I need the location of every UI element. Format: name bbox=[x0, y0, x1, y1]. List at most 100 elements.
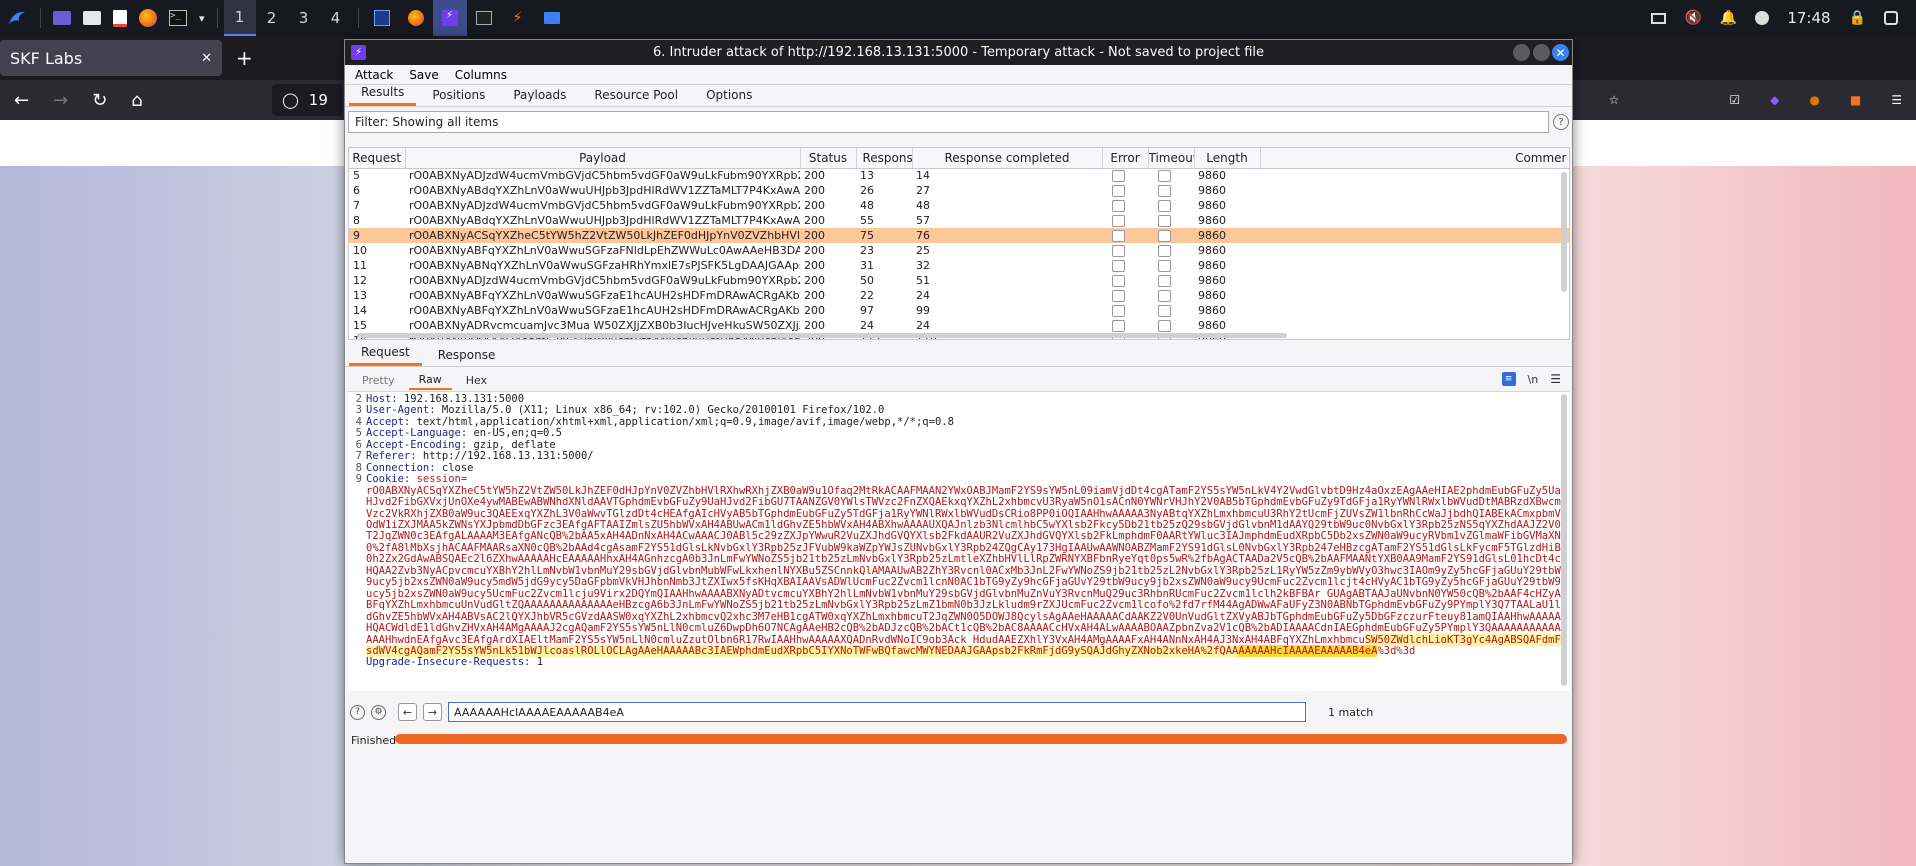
column-response-received[interactable]: Response r... bbox=[856, 148, 913, 169]
table-row[interactable]: 8 rO0ABXNyABdqYXZhLnV0aWwuUHJpb3JpdHlRdWV… bbox=[349, 213, 1569, 228]
search-settings-icon[interactable]: ⚙ bbox=[371, 704, 386, 720]
table-row[interactable]: 15 rO0ABXNyADRvcmcuamJvc3Mua W50ZXJjZXB0b… bbox=[349, 318, 1569, 333]
firefox-window-icon[interactable] bbox=[399, 0, 433, 36]
cell-response-received: 23 bbox=[860, 244, 874, 257]
workspace-2[interactable]: 2 bbox=[256, 0, 288, 36]
column-status[interactable]: Status bbox=[800, 148, 857, 169]
hamburger-menu-icon[interactable]: ☰ bbox=[1550, 372, 1561, 386]
table-row[interactable]: 11 rO0ABXNyABNqYXZhLnV0aWwuSGFzaHRhYmxlE7… bbox=[349, 258, 1569, 273]
tab-pretty[interactable]: Pretty bbox=[352, 372, 405, 389]
table-row[interactable]: 9 rO0ABXNyACSqYXZheC5tYW5hZ2VtZW50LkJhZEF… bbox=[349, 228, 1569, 243]
cell-length: 9860 bbox=[1198, 184, 1226, 197]
cell-status: 200 bbox=[804, 289, 825, 302]
next-match-button[interactable]: → bbox=[423, 703, 442, 721]
power-icon[interactable] bbox=[1755, 11, 1770, 25]
back-icon[interactable]: ← bbox=[14, 90, 29, 111]
home-icon[interactable]: ⌂ bbox=[131, 90, 142, 111]
table-row[interactable]: 10 rO0ABXNyABFqYXZhLnV0aWwuSGFzaFNldLpEhZ… bbox=[349, 243, 1569, 258]
cell-status: 200 bbox=[800, 228, 856, 243]
maximize-icon[interactable] bbox=[1533, 44, 1550, 61]
taskbar-separator bbox=[216, 8, 218, 28]
cell-request: 12 bbox=[353, 274, 367, 287]
cell-response-completed: 24 bbox=[916, 289, 930, 302]
tab-options[interactable]: Options bbox=[694, 86, 764, 106]
menu-columns[interactable]: Columns bbox=[455, 68, 507, 82]
filter-input[interactable]: Filter: Showing all items bbox=[348, 111, 1549, 133]
browser-tab[interactable]: SKF Labs ✕ bbox=[0, 40, 222, 76]
minimize-icon[interactable] bbox=[1513, 44, 1530, 61]
url-bar[interactable]: ◯ 19 bbox=[272, 84, 342, 116]
firefox-launcher-icon[interactable] bbox=[133, 0, 163, 36]
intruder-window-icon[interactable]: ⚡ bbox=[432, 0, 467, 36]
bookmark-star-icon[interactable]: ☆ bbox=[1609, 93, 1620, 107]
app-menu-icon[interactable]: ☰ bbox=[1891, 93, 1902, 107]
display-icon[interactable] bbox=[1651, 12, 1667, 24]
request-editor[interactable]: 23456789101112 Host: 192.168.13.131:5000… bbox=[348, 391, 1569, 691]
menu-attack[interactable]: Attack bbox=[355, 68, 393, 82]
terminal-window-icon[interactable] bbox=[467, 0, 501, 36]
column-response-completed[interactable]: Response completed bbox=[912, 148, 1103, 169]
previous-match-button[interactable]: ← bbox=[398, 703, 417, 721]
tab-results[interactable]: Results bbox=[349, 83, 417, 106]
tab-positions[interactable]: Positions bbox=[420, 86, 497, 106]
notification-bell-icon[interactable]: 🔔 bbox=[1720, 10, 1737, 26]
lock-icon[interactable]: 🔒 bbox=[1849, 10, 1866, 26]
file-manager-icon[interactable] bbox=[77, 0, 107, 36]
line-number bbox=[348, 497, 362, 508]
burp-window-icon[interactable] bbox=[365, 0, 399, 36]
launcher-chevron-icon[interactable]: ▾ bbox=[193, 0, 211, 36]
line-number bbox=[348, 588, 362, 599]
column-length[interactable]: Length bbox=[1194, 148, 1261, 169]
tab-response[interactable]: Response bbox=[426, 346, 508, 366]
table-scrollbar[interactable] bbox=[1561, 172, 1567, 292]
column-request[interactable]: Request bbox=[349, 148, 406, 169]
column-comment[interactable]: Commer bbox=[1260, 148, 1569, 169]
cell-timeout bbox=[1148, 273, 1194, 288]
editor-scrollbar[interactable] bbox=[1561, 394, 1567, 686]
tab-raw[interactable]: Raw bbox=[408, 371, 452, 390]
terminal-launcher-icon[interactable]: >_ bbox=[163, 0, 193, 36]
cookie-extension-icon[interactable]: ● bbox=[1809, 93, 1819, 107]
table-row[interactable]: 12 rO0ABXNyADJzdW4ucmVmbGVjdC5hbm5vdGF0aW… bbox=[349, 273, 1569, 288]
cell-payload: rO0ABXNyABFqYXZhLnV0aWwuSGFzaE1hcAUH2sHD… bbox=[409, 289, 800, 302]
table-row[interactable]: 13 rO0ABXNyABFqYXZhLnV0aWwuSGFzaE1hcAUH2s… bbox=[349, 288, 1569, 303]
table-row[interactable]: 6 rO0ABXNyABdqYXZhLnV0aWwuUHJpb3JpdHlRdWV… bbox=[349, 183, 1569, 198]
logout-icon[interactable] bbox=[1884, 11, 1898, 25]
volume-muted-icon[interactable]: 🔇 bbox=[1684, 10, 1701, 26]
workspace-3[interactable]: 3 bbox=[288, 0, 320, 36]
tab-resource-pool[interactable]: Resource Pool bbox=[582, 86, 690, 106]
close-window-icon[interactable]: ✕ bbox=[1552, 44, 1569, 61]
text-editor-icon[interactable] bbox=[107, 0, 133, 36]
search-help-icon[interactable]: ? bbox=[350, 704, 365, 720]
menu-save[interactable]: Save bbox=[409, 68, 438, 82]
workspace-1[interactable]: 1 bbox=[223, 0, 256, 36]
kali-menu-icon[interactable] bbox=[0, 0, 34, 36]
table-hscrollbar[interactable] bbox=[357, 333, 1287, 338]
forward-icon[interactable]: → bbox=[53, 90, 68, 111]
new-tab-icon[interactable]: + bbox=[236, 46, 253, 70]
folder-window-icon[interactable] bbox=[535, 0, 569, 36]
burp-extension-icon[interactable]: ■ bbox=[1850, 93, 1861, 107]
tab-request[interactable]: Request bbox=[349, 343, 422, 366]
header-value: http://192.168.13.131:5000/ bbox=[416, 450, 594, 463]
table-row[interactable]: 5 rO0ABXNyADJzdW4ucmVmbGVjdC5hbm5vdGF0aW9… bbox=[349, 168, 1569, 183]
burp-suite-window-icon[interactable]: ⚡ bbox=[501, 0, 535, 36]
tab-payloads[interactable]: Payloads bbox=[501, 86, 578, 106]
error-checkbox bbox=[1112, 169, 1125, 182]
help-icon[interactable]: ? bbox=[1553, 114, 1569, 130]
column-timeout[interactable]: Timeout bbox=[1148, 148, 1195, 169]
column-error[interactable]: Error bbox=[1102, 148, 1149, 169]
workspace-4[interactable]: 4 bbox=[320, 0, 352, 36]
table-row[interactable]: 14 rO0ABXNyABFqYXZhLnV0aWwuSGFzaE1hcAUH2s… bbox=[349, 303, 1569, 318]
reload-icon[interactable]: ↻ bbox=[92, 90, 107, 111]
table-row[interactable]: 7 rO0ABXNyADJzdW4ucmVmbGVjdC5hbm5vdGF0aW9… bbox=[349, 198, 1569, 213]
wrap-lines-icon[interactable]: ≡ bbox=[1501, 372, 1516, 386]
pocket-icon[interactable]: ☑ bbox=[1729, 93, 1740, 107]
tab-hex[interactable]: Hex bbox=[456, 372, 497, 389]
extension-icon[interactable]: ◆ bbox=[1770, 93, 1779, 107]
column-payload[interactable]: Payload bbox=[405, 148, 801, 169]
search-input[interactable] bbox=[448, 702, 1306, 722]
close-tab-icon[interactable]: ✕ bbox=[201, 51, 212, 66]
newline-toggle-icon[interactable]: \n bbox=[1528, 373, 1539, 386]
show-desktop-icon[interactable] bbox=[47, 0, 77, 36]
